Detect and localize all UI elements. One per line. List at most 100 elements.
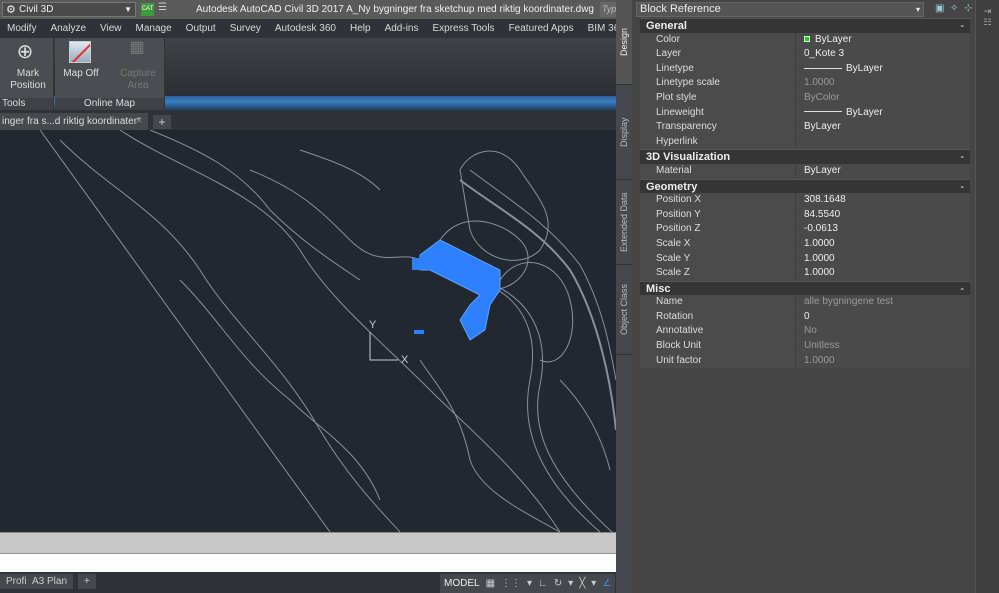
property-value[interactable]: 84.5540 — [796, 207, 970, 222]
section-header[interactable]: General - — [640, 18, 970, 33]
drawing-canvas[interactable]: Y X — [0, 130, 616, 532]
quick-select-icon[interactable]: ▣ — [935, 3, 944, 14]
pickadd-icon[interactable]: ⊹ — [964, 3, 972, 14]
menu-tab-output[interactable]: Output — [179, 19, 223, 38]
property-row[interactable]: Name alle bygningene test — [640, 295, 970, 310]
property-row[interactable]: Scale Y 1.0000 — [640, 251, 970, 267]
online-map-panel-label: Online Map — [55, 98, 164, 110]
section-header[interactable]: Misc - — [640, 280, 970, 297]
tab-object-class[interactable]: Object Class — [616, 265, 632, 355]
ortho-icon[interactable]: ∟ — [538, 578, 548, 589]
properties-menu-icon[interactable]: ☷ — [976, 17, 999, 28]
color-swatch — [804, 35, 810, 42]
ucs-y-label: Y — [369, 319, 377, 331]
property-label: Transparency — [640, 120, 796, 134]
property-row[interactable]: Plot style ByColor — [640, 90, 970, 106]
grid-icon[interactable]: ▦ — [486, 578, 495, 589]
osnap-icon[interactable]: ╳ — [579, 578, 585, 589]
collapse-icon[interactable]: - — [960, 19, 964, 34]
menu-tab-modify[interactable]: Modify — [0, 19, 43, 38]
model-button[interactable]: MODEL — [444, 578, 480, 589]
tab-extended-data[interactable]: Extended Data — [616, 180, 632, 265]
property-row[interactable]: Transparency ByLayer — [640, 120, 970, 135]
polar-icon[interactable]: ↻ — [554, 578, 562, 589]
property-row[interactable]: Scale Z 1.0000 — [640, 266, 970, 281]
menu-tab-featured-apps[interactable]: Featured Apps — [502, 19, 581, 38]
property-value[interactable]: ByLayer — [796, 32, 970, 47]
property-value[interactable]: 308.1648 — [796, 193, 970, 207]
ucs-icon — [369, 332, 398, 361]
mark-position-button[interactable]: Mark Position — [4, 68, 52, 92]
palette-tabs: Design Display Extended Data Object Clas… — [616, 0, 632, 593]
chevron-down-icon[interactable]: ▾ — [527, 578, 532, 589]
workspace-dropdown[interactable]: ⚙ Civil 3D ▼ — [2, 2, 136, 17]
auto-hide-icon[interactable]: ⇥ — [976, 6, 999, 17]
close-icon[interactable]: ✕ — [135, 113, 143, 130]
cat-badge[interactable]: CAT — [141, 3, 154, 16]
chevron-down-icon[interactable]: ▾ — [568, 578, 573, 589]
menu-tab-manage[interactable]: Manage — [129, 19, 179, 38]
property-label: Rotation — [640, 309, 796, 324]
select-objects-icon[interactable]: ✧ — [950, 3, 958, 14]
menu-tab-add-ins[interactable]: Add-ins — [378, 19, 426, 38]
property-value[interactable] — [796, 134, 970, 149]
property-value[interactable]: ByLayer — [796, 61, 970, 76]
menu-tab-express-tools[interactable]: Express Tools — [425, 19, 501, 38]
section-title: General — [646, 20, 687, 32]
tab-display[interactable]: Display — [616, 85, 632, 180]
property-row[interactable]: Position Y 84.5540 — [640, 207, 970, 223]
section-header[interactable]: Geometry - — [640, 178, 970, 195]
property-label: Linetype — [640, 61, 796, 76]
add-layout-button[interactable]: + — [78, 574, 96, 589]
snap-icon[interactable]: ⋮⋮ — [501, 578, 521, 589]
quick-access-menu-icon[interactable]: ☰ — [158, 2, 167, 13]
property-row[interactable]: Position Z -0.0613 — [640, 222, 970, 237]
property-row[interactable]: Unit factor 1.0000 — [640, 353, 970, 369]
map-off-button[interactable]: Map Off — [59, 68, 103, 80]
property-row[interactable]: Annotative No — [640, 324, 970, 340]
section-header[interactable]: 3D Visualization - — [640, 149, 970, 164]
menu-tab-view[interactable]: View — [93, 19, 129, 38]
chevron-down-icon: ▾ — [915, 5, 920, 14]
map-off-icon[interactable] — [69, 41, 91, 63]
menu-tab-autodesk-360[interactable]: Autodesk 360 — [268, 19, 343, 38]
mark-position-icon[interactable]: ⊕ — [10, 40, 40, 64]
document-tab[interactable]: inger fra s...d riktig koordinater* ✕ — [0, 113, 148, 130]
chevron-down-icon[interactable]: ▾ — [591, 578, 596, 589]
property-row[interactable]: Block Unit Unitless — [640, 339, 970, 354]
collapse-icon[interactable]: - — [960, 150, 964, 165]
layout-tab-a3-plan[interactable]: A3 Plan — [26, 574, 74, 589]
menu-tab-analyze[interactable]: Analyze — [43, 19, 93, 38]
property-value[interactable]: 0_Kote 3 — [796, 47, 970, 61]
property-value[interactable]: ByLayer — [796, 105, 970, 120]
menu-tab-help[interactable]: Help — [343, 19, 378, 38]
property-value[interactable]: 1.0000 — [796, 251, 970, 266]
command-line-input[interactable] — [0, 553, 632, 572]
new-tab-button[interactable]: + — [153, 115, 171, 129]
property-value[interactable]: ByLayer — [796, 120, 970, 134]
property-value[interactable]: ByLayer — [796, 163, 970, 178]
property-row[interactable]: Linetype scale 1.0000 — [640, 76, 970, 91]
property-row[interactable]: Scale X 1.0000 — [640, 236, 970, 252]
property-row[interactable]: Layer 0_Kote 3 — [640, 47, 970, 62]
property-value[interactable]: 1.0000 — [796, 236, 970, 251]
property-row[interactable]: Hyperlink — [640, 134, 970, 150]
property-label: Annotative — [640, 324, 796, 339]
property-value[interactable]: 1.0000 — [796, 266, 970, 280]
search-input[interactable]: Typ — [600, 2, 616, 17]
menu-tab-bim-360[interactable]: BIM 360 — [581, 19, 616, 38]
property-row[interactable]: Lineweight ByLayer — [640, 105, 970, 121]
collapse-icon[interactable]: - — [960, 180, 964, 195]
property-row[interactable]: Linetype ByLayer — [640, 61, 970, 77]
property-row[interactable]: Position X 308.1648 — [640, 193, 970, 208]
property-row[interactable]: Rotation 0 — [640, 309, 970, 325]
annotation-icon[interactable]: ∠ — [602, 578, 611, 589]
menu-tab-survey[interactable]: Survey — [223, 19, 268, 38]
collapse-icon[interactable]: - — [960, 282, 964, 297]
property-value[interactable]: 0 — [796, 309, 970, 324]
tab-design[interactable]: Design — [616, 0, 632, 85]
property-row[interactable]: Color ByLayer — [640, 32, 970, 48]
property-row[interactable]: Material ByLayer — [640, 163, 970, 179]
property-value[interactable]: -0.0613 — [796, 222, 970, 236]
object-type-dropdown[interactable]: Block Reference ▾ — [636, 2, 924, 17]
